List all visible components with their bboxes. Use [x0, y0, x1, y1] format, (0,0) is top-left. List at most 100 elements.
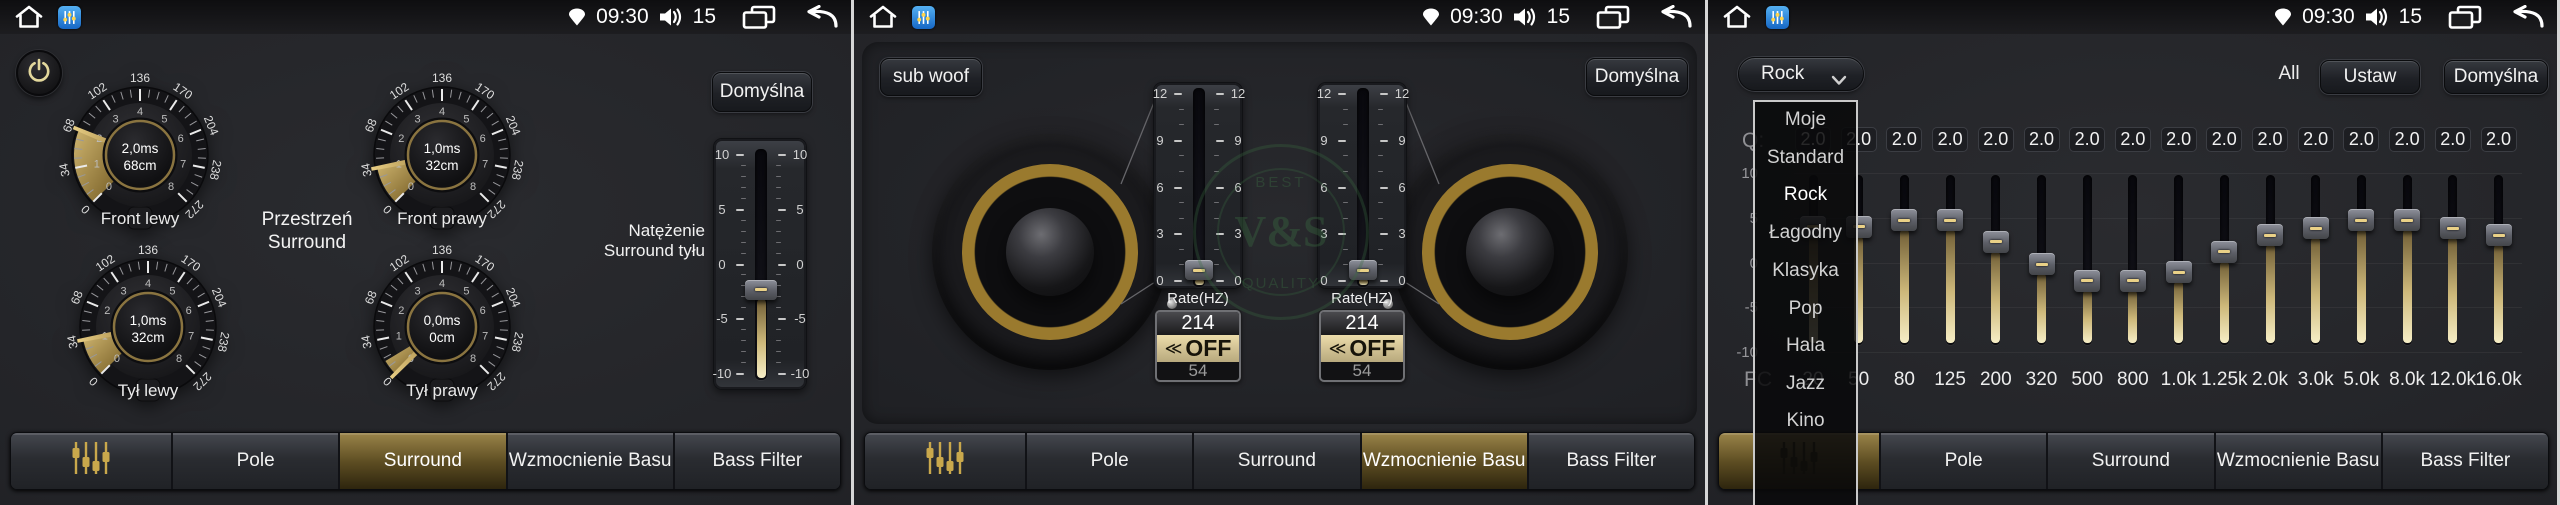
- eq-q-value[interactable]: 2.0: [2160, 127, 2197, 152]
- eq-slider-thumb[interactable]: [2165, 261, 2192, 284]
- eq-q-value[interactable]: 2.0: [2389, 127, 2426, 152]
- recent-apps-icon[interactable]: [742, 5, 776, 30]
- tab-bass-boost[interactable]: Wzmocnienie Basu: [2215, 433, 2383, 489]
- eq-slider-thumb[interactable]: [2028, 253, 2055, 276]
- eq-slider-thumb[interactable]: [2302, 217, 2329, 240]
- scale-tick: [1380, 186, 1388, 189]
- scale-tick: [1179, 217, 1184, 219]
- default-button[interactable]: Domyślna: [712, 72, 812, 112]
- equalizer-app-icon[interactable]: [58, 5, 81, 29]
- slider-thumb[interactable]: [1185, 260, 1213, 281]
- equalizer-app-icon[interactable]: [1766, 5, 1789, 29]
- eq-q-value[interactable]: 2.0: [2069, 127, 2106, 152]
- speaker-dust-cap: [1006, 208, 1094, 296]
- rate-value-current[interactable]: ≪ OFF: [1157, 335, 1239, 362]
- scale-tick: [1214, 264, 1219, 266]
- eq-slider-thumb[interactable]: [2074, 269, 2101, 292]
- location-icon: [2273, 7, 2293, 27]
- scale-tick: [776, 186, 781, 188]
- scale-tick: [736, 373, 744, 375]
- home-icon[interactable]: [1722, 5, 1752, 29]
- eq-slider-thumb[interactable]: [2119, 269, 2146, 292]
- back-icon[interactable]: [2508, 5, 2545, 29]
- tab-surround[interactable]: Surround: [1194, 433, 1362, 489]
- home-icon[interactable]: [14, 5, 44, 29]
- eq-slider-thumb[interactable]: [1937, 209, 1964, 232]
- back-icon[interactable]: [802, 5, 839, 29]
- delay-knob-1[interactable]: 03468102136170204238272012345678 2,0ms 6…: [52, 67, 228, 243]
- tab-equalizer[interactable]: [865, 433, 1027, 489]
- set-button[interactable]: Ustaw: [2320, 60, 2420, 94]
- eq-slider-thumb[interactable]: [1982, 230, 2009, 253]
- tab-pole[interactable]: Pole: [1027, 433, 1195, 489]
- slider-thumb[interactable]: [745, 279, 777, 300]
- scale-tick: [1378, 202, 1383, 204]
- preset-option-moje[interactable]: Moje: [1755, 107, 1856, 133]
- eq-slider-thumb[interactable]: [2348, 209, 2375, 232]
- slider-thumb[interactable]: [1349, 260, 1377, 281]
- tab-surround[interactable]: Surround: [2048, 433, 2216, 489]
- equalizer-app-icon[interactable]: [912, 5, 935, 29]
- rate-value-below[interactable]: 54: [1157, 361, 1239, 380]
- tab-bass-filter[interactable]: Bass Filter: [674, 433, 840, 489]
- tab-equalizer[interactable]: [11, 433, 173, 489]
- delay-knob-3[interactable]: 03468102136170204238272012345678 1,0ms 3…: [60, 239, 236, 415]
- all-toggle[interactable]: All: [2264, 63, 2314, 85]
- preset-option-standard[interactable]: Standard: [1755, 145, 1856, 171]
- scale-tick: [1179, 170, 1184, 172]
- recent-apps-icon[interactable]: [2448, 5, 2482, 30]
- back-icon[interactable]: [1656, 5, 1693, 29]
- tab-surround[interactable]: Surround: [340, 433, 508, 489]
- eq-slider-thumb[interactable]: [2211, 240, 2238, 263]
- eq-slider-thumb[interactable]: [2257, 224, 2283, 247]
- eq-q-value[interactable]: 2.0: [2480, 127, 2517, 152]
- recent-apps-icon[interactable]: [1596, 5, 1630, 30]
- preset-option-kino[interactable]: Kino: [1755, 408, 1856, 434]
- eq-q-value[interactable]: 2.0: [2206, 127, 2243, 152]
- rate-value-above[interactable]: 214: [1157, 312, 1239, 335]
- eq-slider-thumb[interactable]: [2439, 217, 2466, 240]
- scale-tick: [776, 175, 781, 177]
- scale-tick: [1216, 233, 1224, 236]
- subwoofer-button[interactable]: sub woof: [880, 58, 982, 96]
- rate-value-below[interactable]: 54: [1321, 361, 1403, 380]
- eq-q-value[interactable]: 2.0: [1886, 127, 1923, 152]
- preset-option-hala[interactable]: Hala: [1755, 333, 1856, 359]
- slider-track: [1193, 88, 1205, 287]
- rate-value-above[interactable]: 214: [1321, 312, 1403, 335]
- scale-label: -5: [716, 311, 728, 327]
- home-icon[interactable]: [868, 5, 898, 29]
- eq-slider-thumb[interactable]: [1891, 209, 1918, 232]
- eq-slider-thumb[interactable]: [2394, 209, 2421, 232]
- eq-q-value[interactable]: 2.0: [2114, 127, 2151, 152]
- preset-option-klasyka[interactable]: Klasyka: [1755, 258, 1856, 284]
- preset-option-jazz[interactable]: Jazz: [1755, 371, 1856, 397]
- tab-bass-filter[interactable]: Bass Filter: [1528, 433, 1694, 489]
- tab-bass-boost[interactable]: Wzmocnienie Basu: [507, 433, 675, 489]
- tab-pole[interactable]: Pole: [173, 433, 341, 489]
- eq-q-value[interactable]: 2.0: [2023, 127, 2060, 152]
- preset-option-pop[interactable]: Pop: [1755, 296, 1856, 322]
- tab-bass-filter[interactable]: Bass Filter: [2382, 433, 2548, 489]
- scale-tick: [1378, 248, 1383, 250]
- tab-pole[interactable]: Pole: [1881, 433, 2049, 489]
- scale-tick: [741, 197, 746, 199]
- default-button[interactable]: Domyślna: [1586, 58, 1688, 96]
- scale-tick: [1174, 93, 1182, 95]
- preset-option-rock[interactable]: Rock: [1755, 182, 1856, 208]
- preset-dropdown[interactable]: Rock: [1738, 57, 1864, 91]
- rate-value-current[interactable]: ≪ OFF: [1321, 335, 1403, 362]
- eq-q-value[interactable]: 2.0: [2343, 127, 2380, 152]
- eq-q-value[interactable]: 2.0: [1932, 127, 1969, 152]
- eq-slider-thumb[interactable]: [2485, 224, 2512, 247]
- eq-q-value[interactable]: 2.0: [1977, 127, 2014, 152]
- default-button[interactable]: Domyślna: [2444, 60, 2548, 94]
- eq-q-value[interactable]: 2.0: [2297, 127, 2334, 152]
- preset-option-łagodny[interactable]: Łagodny: [1755, 220, 1856, 246]
- eq-q-value[interactable]: 2.0: [2434, 127, 2471, 152]
- scale-tick: [1216, 186, 1224, 189]
- power-button[interactable]: [16, 50, 62, 96]
- eq-q-value[interactable]: 2.0: [2252, 127, 2288, 152]
- tab-bass-boost[interactable]: Wzmocnienie Basu: [1361, 433, 1529, 489]
- delay-knob-4[interactable]: 03468102136170204238272012345678 0,0ms 0…: [354, 239, 530, 415]
